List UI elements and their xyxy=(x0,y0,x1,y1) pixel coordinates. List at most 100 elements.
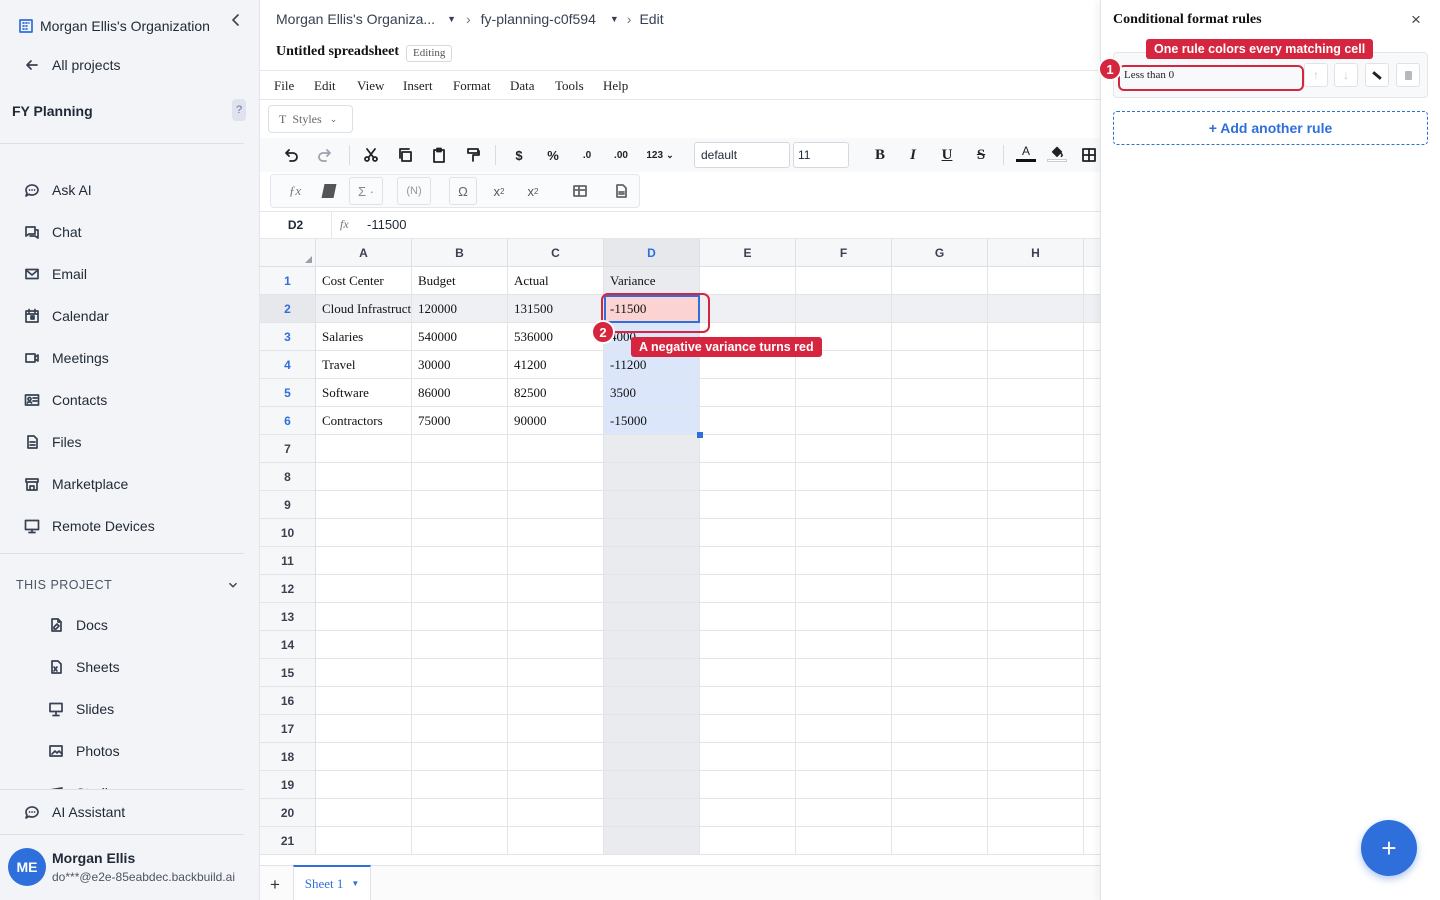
cell-c5[interactable]: 82500 xyxy=(508,379,604,407)
menu-edit[interactable]: Edit xyxy=(314,78,336,94)
column-header-c[interactable]: C xyxy=(508,239,604,267)
row-header-13[interactable]: 13 xyxy=(260,603,316,631)
cell[interactable] xyxy=(700,771,796,799)
nav-item-marketplace[interactable]: Marketplace xyxy=(22,474,128,494)
cell[interactable] xyxy=(796,267,892,295)
currency-icon[interactable]: $ xyxy=(505,141,533,169)
cell[interactable] xyxy=(700,295,796,323)
cell[interactable] xyxy=(892,547,988,575)
doc-title[interactable]: Untitled spreadsheet xyxy=(276,44,399,60)
cell[interactable] xyxy=(316,715,412,743)
project-item-sheets[interactable]: Sheets xyxy=(46,657,120,677)
cell[interactable] xyxy=(604,491,700,519)
row-header-16[interactable]: 16 xyxy=(260,687,316,715)
cell[interactable] xyxy=(700,407,796,435)
row-header-12[interactable]: 12 xyxy=(260,575,316,603)
cell[interactable] xyxy=(412,491,508,519)
copy-icon[interactable] xyxy=(391,141,419,169)
cell[interactable] xyxy=(700,743,796,771)
edit-rule-icon[interactable] xyxy=(1365,63,1389,87)
cell[interactable] xyxy=(988,463,1084,491)
cell[interactable] xyxy=(316,771,412,799)
cell[interactable] xyxy=(1084,603,1100,631)
cell[interactable] xyxy=(508,435,604,463)
cell-b4[interactable]: 30000 xyxy=(412,351,508,379)
cell[interactable] xyxy=(988,631,1084,659)
row-header-9[interactable]: 9 xyxy=(260,491,316,519)
cell[interactable] xyxy=(988,715,1084,743)
cell[interactable] xyxy=(1084,547,1100,575)
cell[interactable] xyxy=(508,659,604,687)
column-header-e[interactable]: E xyxy=(700,239,796,267)
cell[interactable] xyxy=(700,463,796,491)
cell[interactable] xyxy=(892,351,988,379)
cell[interactable] xyxy=(892,603,988,631)
cell[interactable] xyxy=(988,771,1084,799)
cell[interactable] xyxy=(796,435,892,463)
row-header-3[interactable]: 3 xyxy=(260,323,316,351)
row-header-21[interactable]: 21 xyxy=(260,827,316,855)
cell[interactable] xyxy=(412,715,508,743)
cell[interactable] xyxy=(412,743,508,771)
row-header-15[interactable]: 15 xyxy=(260,659,316,687)
row-header-19[interactable]: 19 xyxy=(260,771,316,799)
cell[interactable] xyxy=(892,799,988,827)
section-this-project[interactable]: THIS PROJECT xyxy=(16,578,112,592)
cell[interactable] xyxy=(508,575,604,603)
document-icon[interactable] xyxy=(607,177,635,205)
cell[interactable] xyxy=(988,379,1084,407)
cell[interactable] xyxy=(316,463,412,491)
cell[interactable] xyxy=(700,827,796,855)
cell[interactable] xyxy=(508,743,604,771)
cell-d6[interactable]: -15000 xyxy=(604,407,700,435)
cell[interactable] xyxy=(796,799,892,827)
cell[interactable] xyxy=(316,575,412,603)
menu-tools[interactable]: Tools xyxy=(555,78,584,94)
cell[interactable] xyxy=(1084,407,1100,435)
cell[interactable] xyxy=(604,715,700,743)
cell[interactable] xyxy=(316,687,412,715)
add-sheet-button[interactable]: + xyxy=(270,875,280,895)
cell[interactable] xyxy=(604,463,700,491)
cell[interactable] xyxy=(316,491,412,519)
cell-c3[interactable]: 536000 xyxy=(508,323,604,351)
cell[interactable] xyxy=(988,743,1084,771)
cell[interactable] xyxy=(316,743,412,771)
nav-item-meetings[interactable]: Meetings xyxy=(22,348,109,368)
cell[interactable] xyxy=(988,547,1084,575)
cell[interactable] xyxy=(316,659,412,687)
cell[interactable] xyxy=(1084,687,1100,715)
cell[interactable] xyxy=(1084,743,1100,771)
cell[interactable] xyxy=(796,827,892,855)
row-header-5[interactable]: 5 xyxy=(260,379,316,407)
cell[interactable] xyxy=(988,519,1084,547)
cell[interactable] xyxy=(604,631,700,659)
cell-b6[interactable]: 75000 xyxy=(412,407,508,435)
cell[interactable] xyxy=(988,435,1084,463)
cell[interactable] xyxy=(988,351,1084,379)
cell[interactable] xyxy=(412,603,508,631)
cell[interactable] xyxy=(892,463,988,491)
cell[interactable] xyxy=(412,827,508,855)
nav-item-files[interactable]: Files xyxy=(22,432,82,452)
cell[interactable] xyxy=(412,435,508,463)
cell[interactable] xyxy=(508,715,604,743)
cell[interactable] xyxy=(604,519,700,547)
font-size-input[interactable]: 11 xyxy=(793,142,849,168)
nav-item-remote-devices[interactable]: Remote Devices xyxy=(22,516,155,536)
cell[interactable] xyxy=(1084,771,1100,799)
cell-a3[interactable]: Salaries xyxy=(316,323,412,351)
cell[interactable] xyxy=(892,687,988,715)
cell-b2[interactable]: 120000 xyxy=(412,295,508,323)
menu-insert[interactable]: Insert xyxy=(403,78,433,94)
cell-c6[interactable]: 90000 xyxy=(508,407,604,435)
cell[interactable] xyxy=(412,575,508,603)
subscript-icon[interactable]: x2 xyxy=(519,177,547,205)
undo-icon[interactable] xyxy=(277,141,305,169)
cell[interactable] xyxy=(412,463,508,491)
cell[interactable] xyxy=(796,547,892,575)
cell[interactable] xyxy=(604,547,700,575)
function-icon[interactable]: ƒx xyxy=(281,177,309,205)
cell[interactable] xyxy=(988,575,1084,603)
cell-a5[interactable]: Software xyxy=(316,379,412,407)
